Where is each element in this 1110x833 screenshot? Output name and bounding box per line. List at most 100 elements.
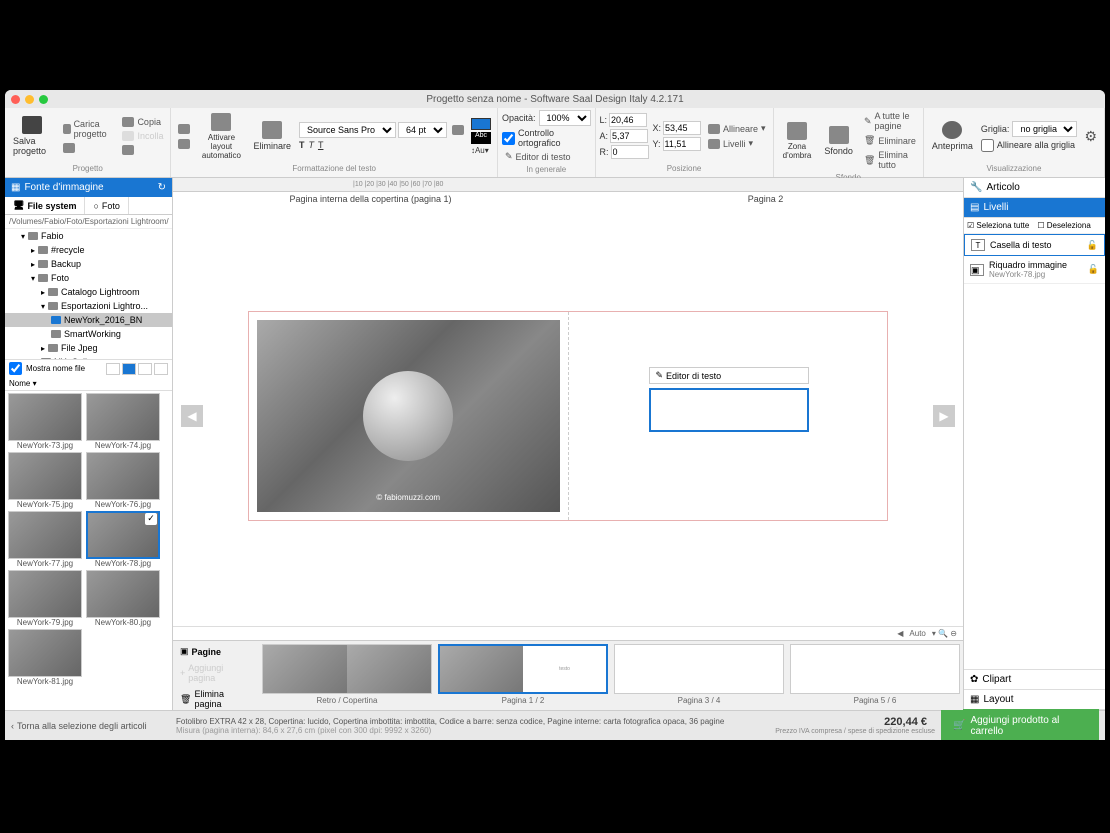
text-layer-icon: T	[971, 239, 985, 251]
all-pages-button[interactable]: ✎A tutte le pagine	[861, 110, 919, 132]
select-all-button[interactable]: ☑ Seleziona tutte	[967, 221, 1029, 230]
line-height-button[interactable]: ↕Au▾	[471, 146, 489, 155]
spellcheck-checkbox[interactable]: Controllo ortografico	[502, 128, 591, 148]
thumbnail[interactable]: NewYork-74.jpg	[85, 393, 161, 450]
align-left-button[interactable]	[449, 122, 467, 138]
rotation-input[interactable]	[611, 145, 649, 159]
font-size-select[interactable]: 64 pt	[398, 122, 447, 138]
thumbnail[interactable]: NewYork-79.jpg	[7, 570, 83, 627]
delete-all-button[interactable]: 🗑Elimina tutto	[861, 149, 919, 171]
page-thumb-cover[interactable]: Retro / Copertina	[262, 644, 432, 707]
placed-image[interactable]: © fabiomuzzi.com	[257, 320, 560, 512]
tree-item[interactable]: ▾Foto	[5, 271, 172, 285]
thumbnail[interactable]: NewYork-81.jpg	[7, 629, 83, 686]
background-button[interactable]: Sfondo	[820, 124, 857, 158]
deselect-button[interactable]: ☐ Deseleziona	[1037, 221, 1090, 230]
view-large-button[interactable]	[106, 363, 120, 375]
x-input[interactable]	[663, 121, 701, 135]
page-left[interactable]: © fabiomuzzi.com	[249, 312, 569, 520]
prev-page-button[interactable]: ◀	[181, 405, 203, 427]
delete-button[interactable]: Eliminare	[249, 119, 295, 153]
back-button[interactable]: ‹Torna alla selezione degli articoli	[11, 721, 176, 731]
snap-grid-checkbox[interactable]: Allineare alla griglia	[981, 139, 1078, 152]
undo-button[interactable]	[119, 144, 166, 156]
layer-textbox[interactable]: T Casella di testo 🔓	[964, 234, 1105, 256]
close-window[interactable]	[11, 95, 20, 104]
tree-item[interactable]: ▸#recycle	[5, 243, 172, 257]
load-project-button[interactable]: Carica progetto	[60, 118, 115, 140]
thumbnail[interactable]: NewYork-80.jpg	[85, 570, 161, 627]
layers-header[interactable]: ▤Livelli	[964, 198, 1105, 218]
page-thumb-12[interactable]: testo Pagina 1 / 2	[438, 644, 608, 707]
add-text-button[interactable]	[175, 123, 193, 135]
thumbnail[interactable]: NewYork-77.jpg	[7, 511, 83, 568]
thumbnail[interactable]: NewYork-76.jpg	[85, 452, 161, 509]
opacity-select[interactable]: 100%	[539, 110, 591, 126]
page-right[interactable]: ✎Editor di testo	[569, 312, 888, 520]
page1-label: Pagina interna della copertina (pagina 1…	[173, 194, 568, 204]
image-source-header: ▦Fonte d'immagine ↻	[5, 178, 172, 197]
add-page-button[interactable]: +Aggiungi pagina	[176, 661, 256, 685]
lock-icon[interactable]: 🔓	[1088, 264, 1099, 275]
refresh-icon[interactable]: ↻	[158, 182, 166, 193]
text-color-button[interactable]	[471, 118, 491, 130]
delete-page-button[interactable]: 🗑Elimina pagina	[176, 687, 256, 710]
auto-layout-button[interactable]: Attivare layout automatico	[197, 111, 245, 162]
add-to-cart-button[interactable]: 🛒Aggiungi prodotto al carrello	[941, 709, 1099, 741]
height-input[interactable]	[610, 129, 648, 143]
settings-button[interactable]: ⚙	[1081, 127, 1100, 146]
minimize-window[interactable]	[25, 95, 34, 104]
tab-photo[interactable]: ○Foto	[85, 197, 128, 214]
shadow-button[interactable]: Zona d'ombra	[778, 120, 817, 162]
y-input[interactable]	[663, 137, 701, 151]
tree-item[interactable]: ▾Esportazioni Lightro...	[5, 299, 172, 313]
paste-button[interactable]: Incolla	[119, 130, 166, 142]
bg-color-button[interactable]: Abc	[471, 132, 491, 144]
article-header[interactable]: 🔧Articolo	[964, 178, 1105, 198]
add-shape-button[interactable]	[175, 138, 193, 150]
view-list-button[interactable]	[154, 363, 168, 375]
font-family-select[interactable]: Source Sans Pro	[299, 122, 396, 138]
thumbnail[interactable]: NewYork-75.jpg	[7, 452, 83, 509]
tree-item[interactable]: ▸File Jpeg	[5, 341, 172, 355]
next-page-button[interactable]: ▶	[933, 405, 955, 427]
bold-button[interactable]: T	[299, 140, 305, 150]
copy-button[interactable]: Copia	[119, 116, 166, 128]
tree-item[interactable]: SmartWorking	[5, 327, 172, 341]
clipart-header[interactable]: ✿Clipart	[964, 670, 1105, 690]
tree-item[interactable]: ▸Catalogo Lightroom	[5, 285, 172, 299]
text-editor-popup-button[interactable]: ✎Editor di testo	[649, 367, 809, 384]
italic-button[interactable]: T	[308, 140, 314, 150]
underline-button[interactable]: T	[318, 140, 324, 150]
tree-item-selected[interactable]: NewYork_2016_BN	[5, 313, 172, 327]
page-spread[interactable]: © fabiomuzzi.com ✎Editor di testo	[248, 311, 888, 521]
page-thumb-56[interactable]: Pagina 5 / 6	[790, 644, 960, 707]
lock-icon[interactable]: 🔓	[1087, 240, 1098, 251]
text-editor-button[interactable]: ✎Editor di testo	[502, 150, 591, 163]
view-grid-button[interactable]	[122, 363, 136, 375]
pages-strip: ▣Pagine +Aggiungi pagina 🗑Elimina pagina…	[173, 640, 963, 710]
thumbnail-used[interactable]: NewYork-78.jpg	[85, 511, 161, 568]
layer-image[interactable]: ▣ Riquadro immagine NewYork-78.jpg 🔓	[964, 256, 1105, 284]
levels-button[interactable]: Livelli▾	[705, 137, 769, 150]
preview-button[interactable]: Anteprima	[928, 119, 977, 153]
show-filename-checkbox[interactable]	[9, 362, 22, 375]
view-small-button[interactable]	[138, 363, 152, 375]
zoom-select[interactable]: Auto	[909, 629, 925, 638]
page-thumb-34[interactable]: Pagina 3 / 4	[614, 644, 784, 707]
layout-header[interactable]: ▦Layout	[964, 690, 1105, 710]
align-button[interactable]: Allineare▾	[705, 122, 769, 135]
tab-filesystem[interactable]: 🖥File system	[5, 197, 85, 214]
text-box-selected[interactable]	[649, 388, 809, 432]
tree-item[interactable]: ▾Fabio	[5, 229, 172, 243]
width-input[interactable]	[609, 113, 647, 127]
sort-select[interactable]: Nome	[9, 379, 30, 388]
grid-select[interactable]: no griglia	[1012, 121, 1077, 137]
new-project-button[interactable]	[60, 142, 115, 154]
thumbnail[interactable]: NewYork-73.jpg	[7, 393, 83, 450]
maximize-window[interactable]	[39, 95, 48, 104]
save-button[interactable]: Salva progetto	[9, 114, 56, 158]
path-display: /Volumes/Fabio/Foto/Esportazioni Lightro…	[5, 215, 172, 229]
tree-item[interactable]: ▸Backup	[5, 257, 172, 271]
delete-bg-button[interactable]: 🗑Eliminare	[861, 134, 919, 147]
